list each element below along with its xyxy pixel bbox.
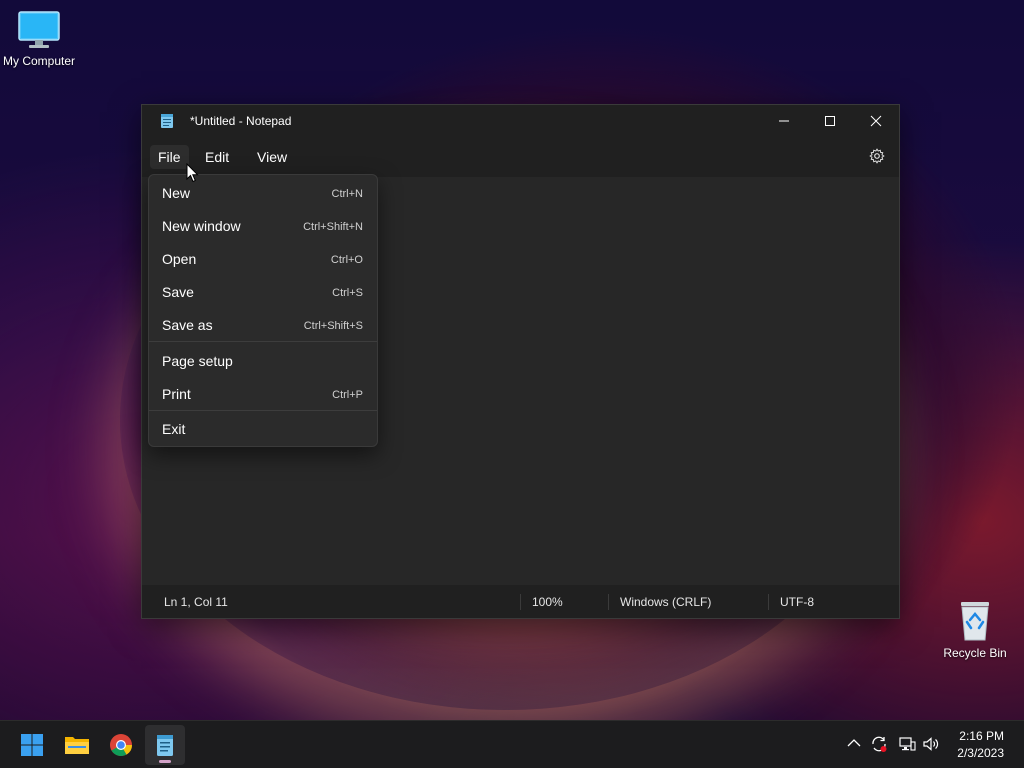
menu-item-label: Save as [162,317,213,333]
menu-item-new[interactable]: New Ctrl+N [149,177,377,209]
chrome-icon [110,734,132,756]
menu-item-label: New window [162,218,241,234]
menu-item-shortcut: Ctrl+N [331,188,363,200]
monitor-icon [18,11,60,48]
active-app-indicator [159,760,171,763]
maximize-icon [825,116,835,126]
menu-item-label: Page setup [162,353,233,369]
menu-separator [149,341,377,342]
network-icon[interactable] [898,735,916,753]
notepad-taskbar-button[interactable] [145,725,185,765]
minimize-button[interactable] [761,105,807,137]
minimize-icon [779,120,789,122]
menu-item-label: Print [162,386,191,402]
file-menu-dropdown: New Ctrl+N New window Ctrl+Shift+N Open … [148,174,378,447]
menu-bar: File Edit View [142,137,899,177]
menu-item-shortcut: Ctrl+Shift+N [303,221,363,233]
menu-edit[interactable]: Edit [197,145,237,169]
status-line-ending: Windows (CRLF) [620,595,712,609]
desktop-icon-label: My Computer [2,54,76,68]
notepad-icon [157,735,173,756]
close-icon [870,115,882,127]
recycle-bin-icon [961,602,989,641]
desktop-icon-my-computer[interactable]: My Computer [0,10,81,68]
start-icon [21,734,43,756]
menu-item-print[interactable]: Print Ctrl+P [149,378,377,410]
volume-icon[interactable] [922,735,940,753]
status-bar: Ln 1, Col 11 100% Windows (CRLF) UTF-8 [142,585,899,618]
clock-date: 2/3/2023 [957,746,1004,760]
settings-button[interactable] [869,148,885,167]
menu-item-shortcut: Ctrl+O [330,254,363,266]
menu-item-exit[interactable]: Exit [149,413,377,445]
menu-item-label: New [162,185,191,201]
menu-item-open[interactable]: Open Ctrl+O [149,243,377,275]
status-zoom: 100% [532,595,563,609]
status-divider [768,594,769,610]
menu-item-shortcut: Ctrl+P [332,389,363,401]
menu-item-page-setup[interactable]: Page setup [149,345,377,377]
file-explorer-button[interactable] [57,725,97,765]
desktop-icon-recycle-bin[interactable]: Recycle Bin [933,598,1017,660]
menu-item-label: Open [162,251,197,267]
close-button[interactable] [853,105,899,137]
taskbar-clock[interactable]: 2:16 PM 2/3/2023 [957,728,1004,762]
status-divider [608,594,609,610]
taskbar: 2:16 PM 2/3/2023 [0,720,1024,768]
status-encoding: UTF-8 [780,595,814,609]
menu-item-shortcut: Ctrl+S [332,287,363,299]
menu-item-save[interactable]: Save Ctrl+S [149,276,377,308]
file-explorer-icon [65,737,89,754]
maximize-button[interactable] [807,105,853,137]
clock-time: 2:16 PM [959,729,1004,743]
chrome-button[interactable] [101,725,141,765]
gear-icon [869,148,885,164]
mouse-cursor-icon [186,163,199,183]
title-bar[interactable]: *Untitled - Notepad [142,105,899,137]
status-cursor-position: Ln 1, Col 11 [164,595,228,609]
menu-item-label: Save [162,284,194,300]
window-title: *Untitled - Notepad [190,114,292,128]
sync-icon[interactable] [870,735,888,753]
menu-item-save-as[interactable]: Save as Ctrl+Shift+S [149,309,377,341]
menu-item-shortcut: Ctrl+Shift+S [303,320,363,332]
menu-separator [149,410,377,411]
menu-item-label: Exit [162,421,186,437]
menu-item-new-window[interactable]: New window Ctrl+Shift+N [149,210,377,242]
notepad-icon [161,114,173,128]
chevron-up-icon[interactable] [847,738,861,748]
menu-view[interactable]: View [249,145,295,169]
start-button[interactable] [12,725,52,765]
status-divider [520,594,521,610]
desktop-icon-label: Recycle Bin [943,646,1007,660]
menu-file[interactable]: File [150,145,189,169]
